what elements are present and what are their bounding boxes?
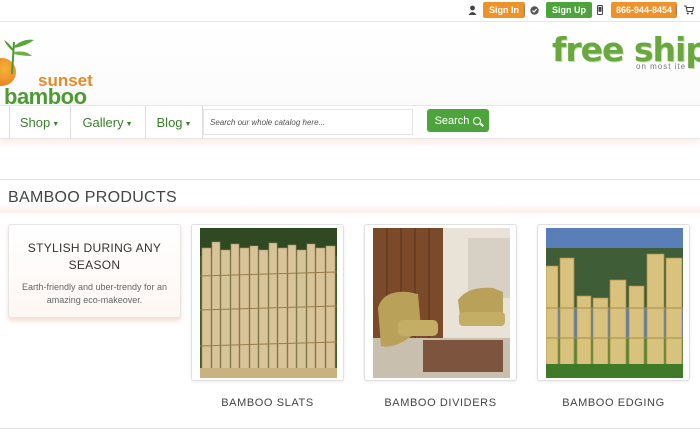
caret-down-icon: ▼ [52,120,60,128]
phone-icon [597,2,603,18]
sign-up-button[interactable]: Sign Up [546,2,592,18]
free-shipping-subtext: on most ite [636,62,687,71]
nav-shop-label: Shop [19,115,51,130]
divider: | [588,4,591,16]
divider: | [523,4,526,16]
nav-blog-label: Blog [156,115,183,130]
caret-down-icon: ▼ [184,120,192,128]
nav-blog[interactable]: Blog ▼ [145,106,203,139]
check-icon [530,2,539,18]
nav-gallery-label: Gallery [82,115,124,130]
search-button[interactable]: Search [427,109,489,132]
section-title: BAMBOO PRODUCTS [8,189,177,206]
product-card-dividers[interactable] [364,224,517,381]
phone-number-button[interactable]: 866-944-8454 [611,2,678,18]
main-nav: Shop ▼ Gallery ▼ Blog ▼ Search [0,105,700,139]
caret-down-icon: ▼ [125,120,133,128]
utility-bar: Sign In | Sign Up | 866-944-8454 | [0,0,700,22]
bamboo-slats-image [200,228,337,378]
product-label-edging[interactable]: BAMBOO EDGING [537,397,690,409]
site-logo[interactable]: sunset bamboo [0,36,120,109]
product-label-slats[interactable]: BAMBOO SLATS [191,397,344,409]
product-card-edging[interactable] [537,224,690,381]
search-button-label: Search [434,114,470,127]
search-icon [473,116,482,125]
season-promo-card[interactable]: STYLISH DURING ANY SEASON Earth-friendly… [8,224,181,318]
search-input[interactable] [203,109,413,135]
bamboo-edging-image [546,228,683,378]
cart-icon[interactable] [684,2,694,18]
user-icon [468,2,477,18]
section-header: BAMBOO PRODUCTS [0,179,700,213]
sign-in-button[interactable]: Sign In [483,2,525,18]
product-label-dividers[interactable]: BAMBOO DIVIDERS [364,397,517,409]
divider: | [675,4,678,16]
bamboo-leaves-icon [4,39,34,75]
promo-card-title: STYLISH DURING ANY SEASON [27,241,162,272]
site-header: sunset bamboo free shippi on most ite [0,22,700,109]
divider [0,428,700,429]
nav-gallery[interactable]: Gallery ▼ [70,106,144,139]
promo-card-description: Earth-friendly and uber-trendy for an am… [21,282,168,305]
bamboo-dividers-image [373,228,510,378]
product-card-slats[interactable] [191,224,344,381]
nav-shop[interactable]: Shop ▼ [9,106,69,139]
free-shipping-banner[interactable]: free shippi on most ite [552,30,700,75]
